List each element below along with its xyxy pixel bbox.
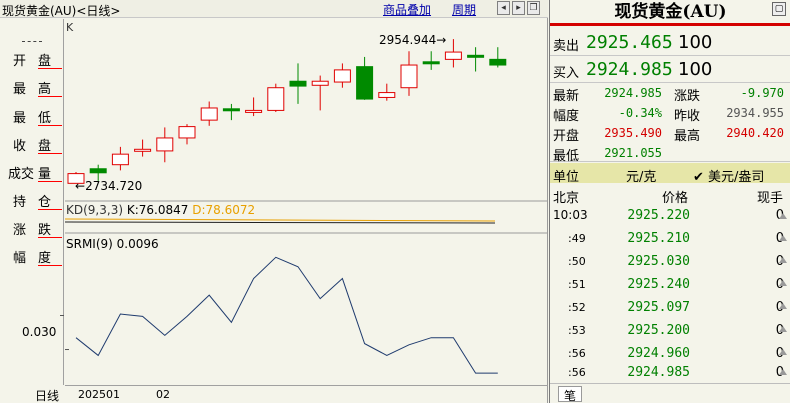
candle-body	[245, 109, 263, 113]
candle-body	[467, 54, 485, 58]
quote-panel: 现货黄金(AU) ▢ 卖出 2925.465 100 买入 2924.985 1…	[549, 0, 790, 403]
restore-window-icon[interactable]: ❐	[527, 1, 540, 15]
x-axis-label: 02	[156, 388, 170, 401]
candle-body	[200, 107, 218, 121]
candle-body	[400, 64, 418, 89]
tab-change[interactable]: 涨跌	[0, 215, 64, 241]
period-label: 日线	[35, 389, 60, 403]
candle-body	[156, 137, 174, 152]
candle-body	[89, 168, 107, 174]
candle-body	[489, 58, 507, 66]
prev-close: 2934.955	[726, 106, 784, 120]
indicator-tab-column: 开盘 最高 最低 收盘 成交量 持仓 涨跌 幅度 0.030	[0, 19, 64, 385]
candlestick-chart	[65, 39, 548, 374]
candle-body	[356, 66, 374, 100]
candle-body	[111, 153, 129, 166]
tab-separator	[22, 41, 42, 42]
overlay-commodity-button[interactable]: 商品叠加	[383, 1, 431, 18]
candle-body	[444, 51, 462, 60]
unit-cny-gram[interactable]: 元/克	[626, 166, 656, 185]
close-icon[interactable]: ▢	[772, 2, 786, 16]
table-row: :52 2925.097 0	[568, 300, 784, 315]
candle-body	[289, 80, 307, 87]
table-row: :56 2924.985 0	[568, 365, 784, 380]
change-percent: -0.34%	[618, 106, 662, 120]
tab-open-interest[interactable]: 持仓	[0, 187, 64, 213]
high-price: 2940.420	[726, 126, 784, 140]
tab-low[interactable]: 最低	[0, 103, 64, 129]
k-axis-label: K	[66, 21, 74, 34]
candle-body	[378, 92, 396, 98]
buy-volume: 100	[678, 59, 713, 80]
buy-price: 2924.985	[586, 59, 673, 80]
chart-title: 现货黄金(AU)<日线>	[2, 4, 121, 18]
low-annotation: ←2734.720	[75, 179, 143, 193]
table-row: :53 2925.200 0	[568, 323, 784, 338]
x-axis-label: 202501	[78, 388, 120, 401]
x-axis: 202501 02	[65, 385, 548, 403]
candle-body	[311, 80, 329, 86]
candle-body	[267, 87, 285, 111]
candle-body	[134, 148, 152, 152]
candle-body	[178, 126, 196, 139]
quote-title: 现货黄金(AU)	[550, 0, 790, 26]
plot-area: K KD(9,3,3) K:76.0847 D:78.6072 SRMI(9) …	[65, 19, 548, 385]
kd-k-line	[65, 221, 496, 224]
chart-panel: 现货黄金(AU)<日线> 商品叠加 周期 ◂ ▸ ❐ 开盘 最高 最低 收盘 成…	[0, 0, 548, 403]
tab-volume[interactable]: 成交量	[0, 159, 64, 185]
table-row: 10:03 2925.220 0	[553, 208, 784, 223]
arrow-right-icon[interactable]: ▸	[512, 1, 525, 15]
quote-bottom-bar: 笔	[550, 383, 790, 403]
srmi-line	[75, 256, 498, 374]
srmi-ytick-label: 0.030	[22, 325, 57, 339]
tick-tab[interactable]: 笔	[558, 386, 582, 403]
latest-price: 2924.985	[604, 86, 662, 100]
srmi-ytick-mark	[60, 315, 64, 316]
period-button[interactable]: 周期	[452, 1, 476, 18]
srmi-indicator-label: SRMI(9) 0.0096	[66, 237, 159, 251]
tab-open[interactable]: 开盘	[0, 46, 64, 72]
tick-scrollbar[interactable]	[776, 205, 790, 382]
arrow-left-icon[interactable]: ◂	[497, 1, 510, 15]
table-row: :51 2925.240 0	[568, 277, 784, 292]
candle-body	[333, 69, 351, 83]
unit-usd-ounce-option[interactable]: ✔ 美元/盎司	[693, 166, 764, 185]
tick-table-header: 北京 价格 现手	[553, 191, 784, 206]
kd-d-line	[65, 218, 496, 222]
chart-title-bar: 现货黄金(AU)<日线> 商品叠加 周期 ◂ ▸ ❐	[0, 0, 548, 18]
table-row: :50 2925.030 0	[568, 254, 784, 269]
unit-row: 单位 元/克 ✔ 美元/盎司	[550, 163, 790, 185]
high-annotation: 2954.944→	[379, 33, 447, 47]
change-value: -9.970	[740, 86, 784, 100]
table-row: :49 2925.210 0	[568, 231, 784, 246]
tab-percent[interactable]: 幅度	[0, 243, 64, 269]
tab-high[interactable]: 最高	[0, 74, 64, 100]
open-price: 2935.490	[604, 126, 662, 140]
low-price: 2921.055	[604, 146, 662, 160]
stats-grid: 最新 2924.985 涨跌 -9.970 幅度 -0.34% 昨收 2934.…	[550, 82, 790, 164]
buy-row: 买入 2924.985 100	[550, 57, 790, 83]
sell-volume: 100	[678, 32, 713, 53]
sell-price: 2925.465	[586, 32, 673, 53]
kd-indicator-label: KD(9,3,3) K:76.0847 D:78.6072	[66, 203, 256, 217]
candle-body	[422, 61, 440, 65]
candle-body	[222, 108, 240, 112]
sell-row: 卖出 2925.465 100	[550, 30, 790, 56]
tab-close[interactable]: 收盘	[0, 131, 64, 157]
